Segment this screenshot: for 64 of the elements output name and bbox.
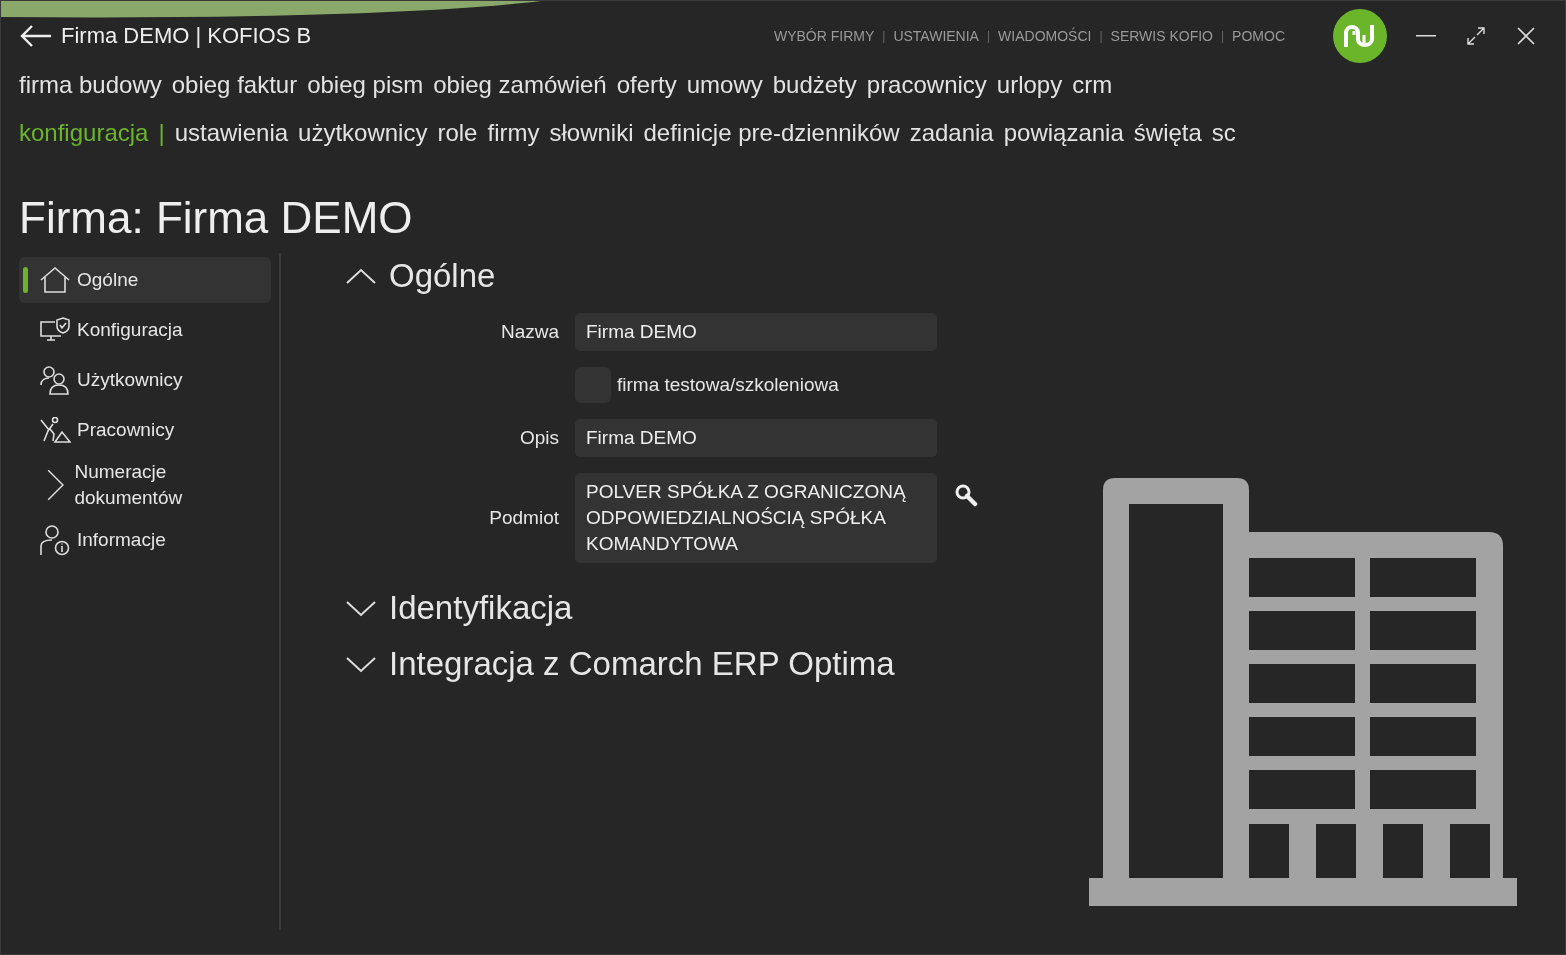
selection-indicator: [23, 267, 28, 293]
link-separator: |: [882, 29, 886, 43]
back-arrow-icon: [19, 24, 53, 48]
user-info-icon: [39, 524, 71, 556]
text-field[interactable]: Firma DEMO: [575, 313, 937, 351]
submenu-link[interactable]: firmy: [487, 119, 540, 147]
submenu-link[interactable]: ustawienia: [174, 119, 289, 147]
maximize-icon: [1466, 26, 1486, 46]
monitor-shield-icon: [39, 316, 71, 344]
chevron-down-icon: [345, 599, 377, 617]
module-link[interactable]: umowy: [686, 71, 763, 99]
module-link[interactable]: obieg pism: [307, 71, 424, 99]
sidebar-item[interactable]: Informacje: [19, 517, 271, 563]
sidebar-item[interactable]: Konfiguracja: [19, 307, 271, 353]
module-link[interactable]: pracownicy: [866, 71, 987, 99]
current-section: konfiguracja: [19, 119, 149, 147]
chevron-down-icon: [345, 655, 377, 673]
link-separator: |: [1099, 29, 1103, 43]
field-label: Nazwa: [499, 321, 559, 343]
window-title: Firma DEMO | KOFIOS B: [61, 23, 313, 49]
field-label: Podmiot: [488, 507, 559, 529]
top-link[interactable]: WYBÓR FIRMY: [773, 28, 875, 44]
top-link[interactable]: POMOC: [1232, 28, 1285, 44]
close-icon: [1516, 26, 1536, 46]
checkbox-label: firma testowa/szkoleniowa: [617, 374, 839, 396]
link-separator: |: [986, 29, 991, 43]
back-button[interactable]: [19, 24, 53, 48]
submenu-link[interactable]: zadania: [909, 119, 994, 147]
submenu-link[interactable]: święta: [1133, 119, 1202, 147]
section-header[interactable]: Integracja z Comarch ERP Optima: [345, 645, 895, 683]
chevron-up-icon: [345, 267, 377, 285]
sidebar-item[interactable]: Użytkownicy: [19, 357, 271, 403]
text-field[interactable]: Firma DEMO: [575, 419, 937, 457]
link-separator: |: [1221, 29, 1225, 43]
submenu-link[interactable]: powiązania: [1003, 119, 1124, 147]
top-link[interactable]: WIADOMOŚCI: [998, 28, 1092, 44]
users-icon: [39, 365, 71, 395]
submenu-link[interactable]: role: [437, 119, 478, 147]
page-title: Firma: Firma DEMO: [19, 193, 414, 243]
module-link[interactable]: firma budowy: [19, 71, 162, 99]
minimize-icon: [1416, 35, 1436, 37]
lookup-field[interactable]: POLVER SPÓŁKA Z OGRANICZONĄ ODPOWIEDZIALNOŚCIĄ SPÓŁKA KOMANDYTOWA: [575, 473, 937, 563]
submenu-link[interactable]: definicje pre-dzienników: [643, 119, 900, 147]
module-link[interactable]: obieg zamówień: [433, 71, 607, 99]
sidebar-item[interactable]: Ogólne: [19, 257, 271, 303]
submenu-link[interactable]: słowniki: [549, 119, 634, 147]
search-icon: [954, 483, 978, 507]
module-link[interactable]: urlopy: [996, 71, 1063, 99]
module-link[interactable]: oferty: [616, 71, 677, 99]
worker-icon: [39, 417, 71, 443]
sidebar-item[interactable]: Pracownicy: [19, 407, 271, 453]
submenu-link[interactable]: użytkownicy: [298, 119, 428, 147]
module-link[interactable]: obieg faktur: [171, 71, 298, 99]
home-icon: [39, 266, 71, 294]
submenu-link[interactable]: sc: [1211, 119, 1236, 147]
field-label: Opis: [518, 427, 559, 449]
top-link[interactable]: SERWIS KOFIO: [1110, 28, 1213, 44]
top-link[interactable]: USTAWIENIA: [893, 28, 979, 44]
module-link[interactable]: crm: [1072, 71, 1113, 99]
module-link[interactable]: budżety: [772, 71, 857, 99]
section-separator: |: [158, 119, 165, 147]
section-header[interactable]: Ogólne: [345, 257, 496, 295]
section-header[interactable]: Identyfikacja: [345, 589, 573, 627]
sidebar-item[interactable]: Numeracje dokumentów: [19, 457, 271, 513]
